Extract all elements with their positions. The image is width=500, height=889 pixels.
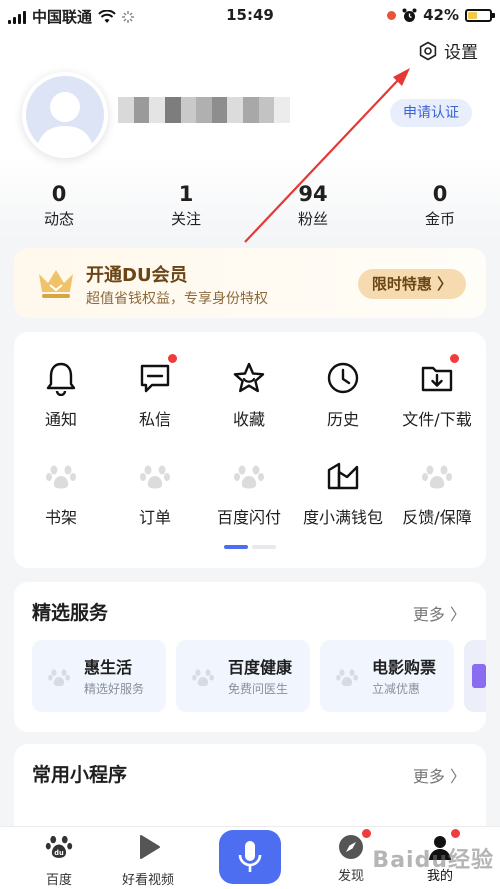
grid-item-messages[interactable]: 私信 [108,354,202,430]
play-icon [140,835,160,859]
unread-dot [168,354,177,363]
stat-label: 粉丝 [297,210,328,228]
bell-icon [46,362,76,397]
default-avatar-icon [36,92,94,154]
stat-value: 94 [298,182,328,206]
grid-item-label: 通知 [44,410,77,429]
clock-icon [327,362,359,394]
stat-label: 动态 [43,210,74,228]
microphone-icon [238,841,262,872]
service-subtitle: 精选好服务 [84,682,145,696]
paw-icon [422,465,452,489]
vip-subtitle: 超值省钱权益，专享身份特权 [86,291,268,307]
service-title: 电影购票 [372,658,437,677]
compass-icon [339,835,363,859]
paw-icon [46,465,76,489]
service-item-partial[interactable] [464,640,486,712]
crown-icon [39,270,73,298]
mini-programs-title: 常用小程序 [32,764,128,786]
service-title: 惠生活 [84,658,133,677]
grid-item-label: 订单 [138,508,171,527]
grid-item-favorites[interactable]: 收藏 [202,360,296,430]
grid-item-orders[interactable]: 订单 [108,458,202,528]
grid-item-feedback[interactable]: 反馈/保障 [390,458,484,528]
battery-icon [465,8,495,22]
paw-icon [234,465,264,489]
paw-icon [48,669,70,687]
unread-dot [362,829,371,838]
battery-percent: 42% [423,6,459,24]
apply-verification-button[interactable]: 申请认证 [390,99,472,127]
watermark: Baidu经验 [372,848,494,873]
grid-item-history[interactable]: 历史 [296,360,390,430]
settings-button[interactable]: 设置 [418,38,478,63]
page-dot-active [224,545,248,549]
nav-label: 百度 [45,873,72,888]
paw-icon [336,669,358,687]
grid-item-label: 反馈/保障 [402,508,472,527]
stat-fans[interactable]: 94 粉丝 [273,182,353,229]
page-dot [252,545,276,549]
recording-indicator [387,10,397,20]
vip-banner[interactable]: 开通DU会员 超值省钱权益，专享身份特权 限时特惠 〉 [14,248,486,318]
paw-icon [192,669,214,687]
services-title: 精选服务 [32,602,109,624]
settings-icon [419,41,437,60]
services-more-link[interactable]: 更多 〉 [413,601,466,625]
service-item-health[interactable]: 百度健康 免费问医生 [176,640,310,712]
grid-item-label: 百度闪付 [216,508,281,527]
grid-item-label: 收藏 [232,410,265,429]
unread-dot [450,354,459,363]
mini-programs-more-link[interactable]: 更多 〉 [413,763,466,787]
grid-item-baidu-pay[interactable]: 百度闪付 [202,458,296,528]
alarm-icon [402,8,417,22]
vip-title: 开通DU会员 [86,265,188,286]
limited-offer-button[interactable]: 限时特惠 〉 [358,269,466,299]
grid-item-label: 私信 [138,410,171,429]
service-item-life[interactable]: 惠生活 精选好服务 [32,640,166,712]
stat-posts[interactable]: 0 动态 [19,182,99,229]
voice-search-button[interactable] [219,830,281,884]
stats-row: 0 动态 1 关注 94 粉丝 0 金币 [0,182,500,232]
stat-following[interactable]: 1 关注 [146,182,226,229]
status-bar: 中国联通 15:49 42% [0,0,500,30]
stat-value: 0 [432,182,448,206]
nav-label: 好看视频 [121,873,174,888]
grid-item-label: 历史 [326,410,359,429]
svg-text:du: du [54,849,64,857]
stat-coins[interactable]: 0 金币 [400,182,480,229]
grid-item-label: 度小满钱包 [302,508,383,527]
baidu-paw-icon: du [45,835,73,858]
stat-value: 1 [178,182,194,206]
featured-services-card: 精选服务 更多 〉 惠生活 精选好服务 百度健康 免费问医生 电影购票 立减优惠 [14,582,486,732]
grid-item-bookshelf[interactable]: 书架 [14,458,108,528]
service-subtitle: 立减优惠 [372,682,421,696]
download-folder-icon [421,366,453,392]
grid-item-label: 书架 [44,508,77,527]
purple-app-icon [472,664,486,688]
username-blurred [118,97,291,123]
unread-dot [451,829,460,838]
settings-label: 设置 [444,43,478,63]
grid-item-notifications[interactable]: 通知 [14,360,108,430]
service-title: 百度健康 [228,658,293,677]
nav-haokan-video[interactable]: 好看视频 [108,833,188,888]
star-icon [233,362,265,393]
grid-item-label: 文件/下载 [402,410,472,429]
grid-item-wallet[interactable]: 度小满钱包 [296,458,390,528]
page-indicator [224,545,276,549]
grid-item-files-downloads[interactable]: 文件/下载 [390,354,484,430]
service-item-movie-tickets[interactable]: 电影购票 立减优惠 [320,640,454,712]
stat-label: 关注 [170,210,201,228]
service-subtitle: 免费问医生 [228,682,289,696]
nav-baidu[interactable]: du 百度 [19,833,99,888]
wallet-icon [327,462,359,490]
stat-value: 0 [51,182,67,206]
function-grid: 通知 私信 收藏 历史 文件/下载 书架 订单 百度闪付 度小满钱包 反馈/保障 [14,332,486,568]
stat-label: 金币 [424,210,455,228]
paw-icon [140,465,170,489]
avatar[interactable] [22,72,108,158]
message-icon [140,364,170,393]
